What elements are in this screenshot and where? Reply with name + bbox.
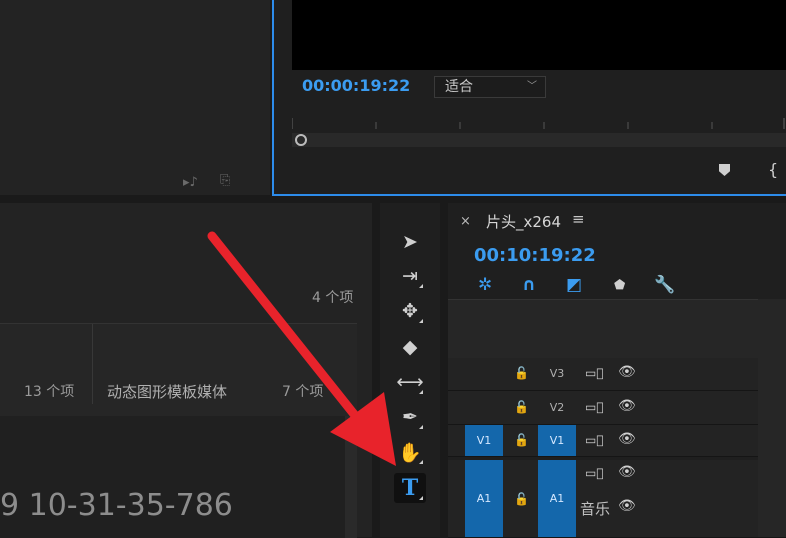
annotation-arrow [207,231,396,466]
